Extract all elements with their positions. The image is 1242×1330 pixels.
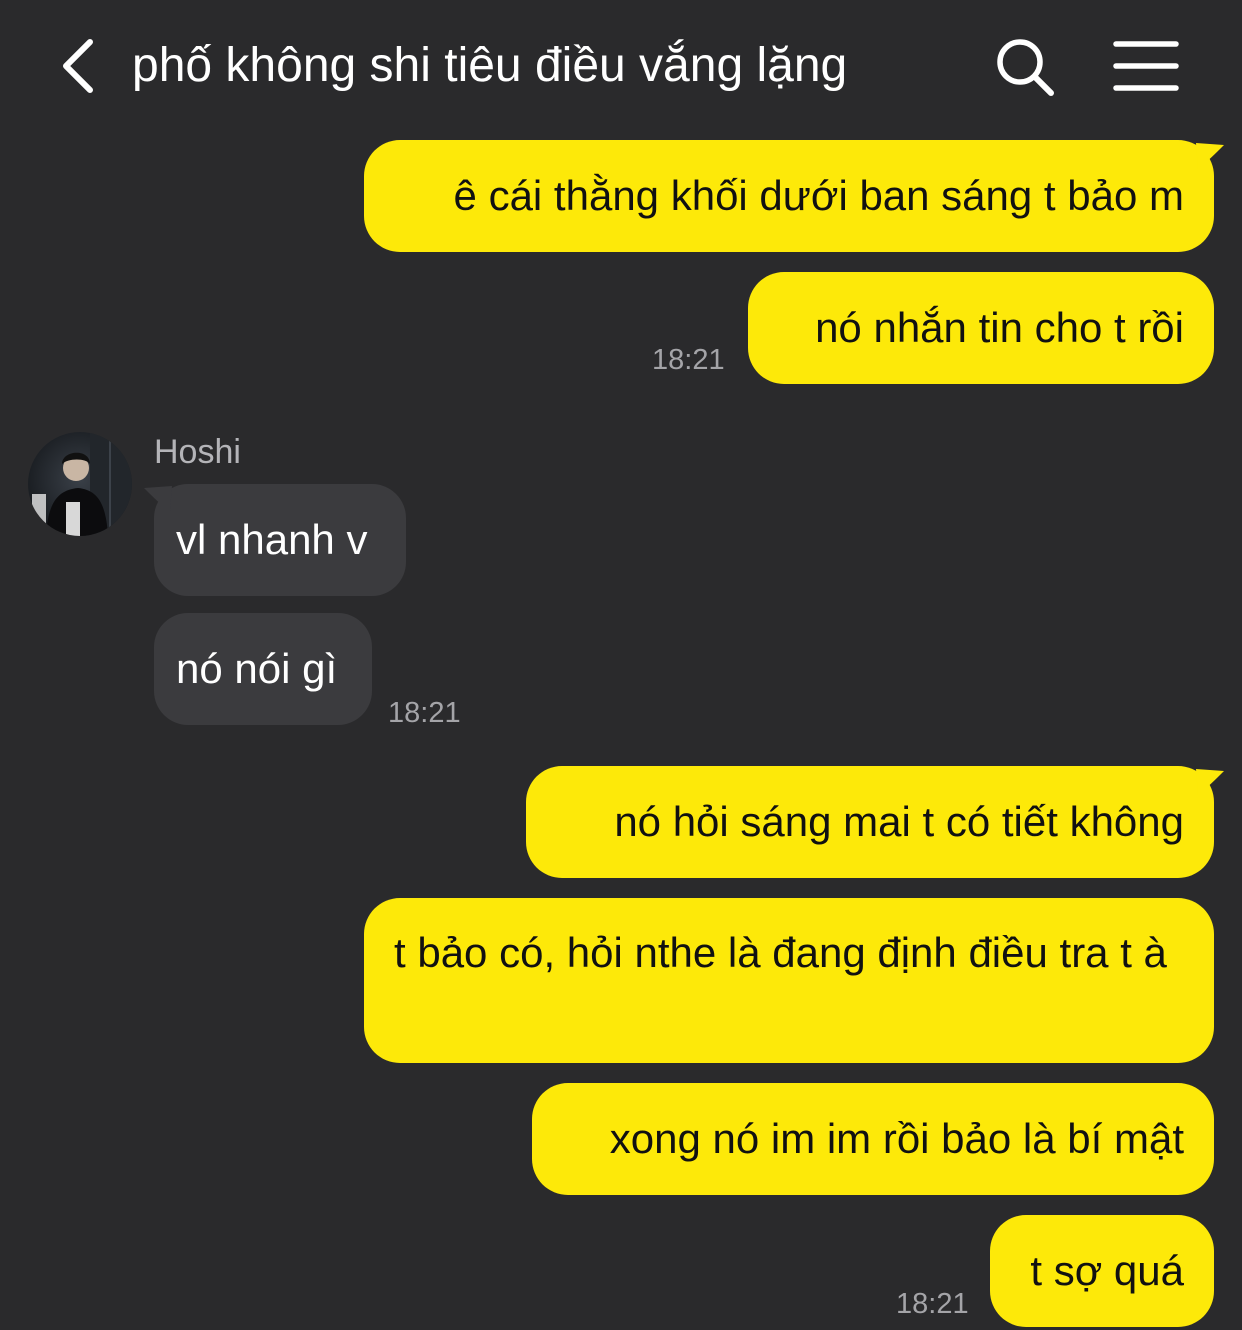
message-text: t bảo có, hỏi nthe là đang định điều tra…	[394, 929, 1167, 976]
sender-name: Hoshi	[154, 433, 241, 471]
search-icon	[997, 39, 1054, 96]
menu-button[interactable]	[1112, 40, 1180, 92]
bubble-tail-icon	[1196, 769, 1224, 795]
message-text: nó nhắn tin cho t rồi	[815, 304, 1184, 351]
sent-message-bubble[interactable]: t sợ quá	[990, 1215, 1214, 1327]
message-text: t sợ quá	[1030, 1247, 1184, 1294]
search-button[interactable]	[994, 36, 1056, 98]
message-text: nó hỏi sáng mai t có tiết không	[614, 798, 1184, 845]
chat-header: phố không shi tiêu điều vắng lặng	[0, 0, 1242, 130]
avatar-photo	[28, 432, 132, 536]
hamburger-menu-icon	[1113, 41, 1179, 91]
message-text: ê cái thằng khối dưới ban sáng t bảo m	[453, 172, 1184, 219]
message-text: nó nói gì	[176, 645, 338, 692]
sent-message-bubble[interactable]: ê cái thằng khối dưới ban sáng t bảo m	[364, 140, 1214, 252]
bubble-tail-icon	[1196, 143, 1224, 169]
message-text: vl nhanh v	[176, 516, 368, 563]
message-timestamp: 18:21	[652, 344, 725, 376]
chevron-left-icon	[63, 39, 93, 93]
avatar[interactable]	[28, 432, 132, 536]
sent-message-bubble[interactable]: nó nhắn tin cho t rồi	[748, 272, 1214, 384]
bubble-tail-icon	[144, 486, 172, 512]
sent-message-bubble[interactable]: xong nó im im rồi bảo là bí mật	[532, 1083, 1214, 1195]
chat-title: phố không shi tiêu điều vắng lặng	[132, 39, 848, 92]
message-timestamp: 18:21	[896, 1288, 969, 1320]
sent-message-bubble[interactable]: nó hỏi sáng mai t có tiết không	[526, 766, 1214, 878]
received-message-bubble[interactable]: nó nói gì	[154, 613, 372, 725]
message-text: xong nó im im rồi bảo là bí mật	[609, 1115, 1184, 1162]
received-message-bubble[interactable]: vl nhanh v	[154, 484, 406, 596]
sent-message-bubble[interactable]: t bảo có, hỏi nthe là đang định điều tra…	[364, 898, 1214, 1063]
message-timestamp: 18:21	[388, 697, 461, 729]
back-button[interactable]	[54, 34, 104, 98]
